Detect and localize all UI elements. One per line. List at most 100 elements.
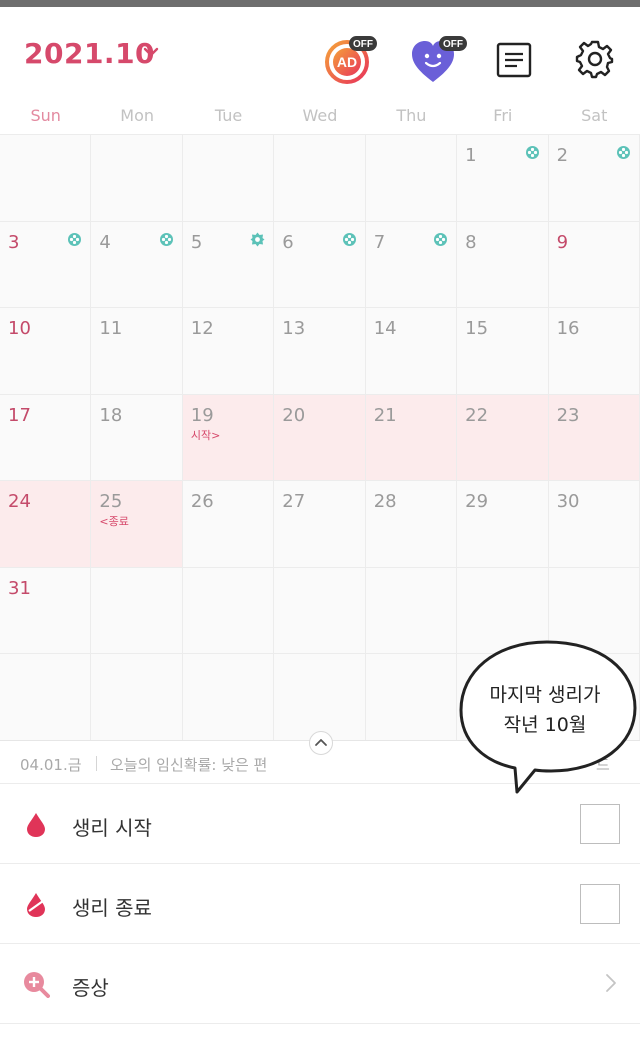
calendar-day-cell[interactable]: 3 xyxy=(0,221,92,308)
flower-icon xyxy=(616,146,630,159)
notes-button[interactable] xyxy=(495,41,533,79)
calendar-empty-cell xyxy=(365,654,458,741)
pregnancy-probability-text: 오늘의 임신확률: 낮은 편 xyxy=(110,756,268,774)
calendar-day-cell[interactable]: 7 xyxy=(365,221,458,308)
weekday-header: Sun Mon Tue Wed Thu Fri Sat xyxy=(0,106,640,134)
calendar-week-row: 12 xyxy=(0,135,640,222)
day-number: 1 xyxy=(465,145,477,166)
heart-toggle-button[interactable]: OFF xyxy=(409,32,469,88)
calendar-day-cell[interactable]: 15 xyxy=(457,308,549,395)
speech-bubble-text: 마지막 생리가 작년 10월 xyxy=(470,680,620,740)
calendar-day-cell[interactable]: 1 xyxy=(457,135,549,222)
day-number: 12 xyxy=(190,318,214,339)
calendar-day-cell[interactable]: 19 시작> xyxy=(182,394,275,481)
period-marker-label: <종료 xyxy=(99,515,129,528)
calendar-day-cell[interactable]: 14 xyxy=(365,308,458,395)
calendar-day-cell[interactable]: 28 xyxy=(365,481,458,568)
calendar-day-cell[interactable]: 30 xyxy=(548,481,640,568)
calendar-day-cell[interactable]: 25 <종료 xyxy=(91,481,183,568)
calendar-week-row: 24 25 <종료 26 27 28 29 30 xyxy=(0,481,640,568)
calendar-day-cell[interactable]: 21 xyxy=(365,394,458,481)
calendar-day-cell[interactable]: 31 xyxy=(0,567,92,654)
weekday-label: Fri xyxy=(493,106,513,125)
calendar-week-row: 17 18 19 시작> 20 21 22 23 xyxy=(0,394,640,481)
panel-expand-button[interactable] xyxy=(309,731,333,755)
calendar-day-cell[interactable]: 4 xyxy=(91,221,183,308)
calendar-day-cell[interactable]: 27 xyxy=(274,481,366,568)
period-start-checkbox[interactable] xyxy=(580,804,620,844)
calendar-day-cell[interactable]: 24 xyxy=(0,481,92,568)
calendar-empty-cell xyxy=(91,654,183,741)
day-number: 2 xyxy=(556,145,569,166)
ad-off-label: OFF xyxy=(353,39,373,50)
header: 2021.10 AD OFF OFF xyxy=(0,7,640,102)
flower-icon xyxy=(525,146,539,159)
period-marker-label: 시작> xyxy=(190,428,221,442)
weekday-label: Mon xyxy=(120,106,154,125)
calendar-day-cell[interactable]: 29 xyxy=(457,481,549,568)
calendar-day-cell[interactable]: 6 xyxy=(274,221,366,308)
day-number: 27 xyxy=(282,491,306,512)
calendar-empty-cell xyxy=(182,567,275,654)
ad-badge-text: AD xyxy=(337,54,357,70)
calendar-day-cell[interactable]: 13 xyxy=(274,308,366,395)
calendar-day-cell[interactable]: 11 xyxy=(91,308,183,395)
calendar-day-cell[interactable]: 26 xyxy=(182,481,275,568)
calendar-day-cell[interactable]: 2 xyxy=(548,135,640,222)
calendar-day-cell[interactable]: 17 xyxy=(0,394,92,481)
flower-icon xyxy=(434,232,448,246)
calendar-day-cell[interactable]: 8 xyxy=(457,221,549,308)
calendar-day-cell[interactable]: 20 xyxy=(274,394,366,481)
calendar-empty-cell xyxy=(0,135,92,222)
calendar-empty-cell xyxy=(365,135,458,222)
calendar-empty-cell xyxy=(182,654,275,741)
day-number: 14 xyxy=(373,318,397,339)
ad-icon: AD OFF xyxy=(325,36,377,84)
calendar-empty-cell xyxy=(91,135,183,222)
chevron-right-icon xyxy=(606,974,616,992)
day-number: 20 xyxy=(282,404,306,426)
period-end-row[interactable]: 생리 종료 xyxy=(0,864,640,944)
weekday-label: Wed xyxy=(302,106,338,125)
calendar-empty-cell xyxy=(274,135,366,222)
day-number: 5 xyxy=(190,231,203,253)
day-number: 10 xyxy=(8,318,31,339)
chevron-down-icon[interactable] xyxy=(142,43,160,61)
calendar-day-cell[interactable]: 5 xyxy=(182,221,275,308)
flower-icon xyxy=(342,232,356,246)
gear-flower-icon xyxy=(250,232,265,246)
month-title[interactable]: 2021.10 xyxy=(24,37,155,70)
calendar-empty-cell xyxy=(91,567,183,654)
day-number: 25 xyxy=(99,491,123,512)
day-number: 30 xyxy=(556,491,580,512)
notes-icon xyxy=(496,42,532,78)
day-number: 26 xyxy=(190,491,214,512)
calendar-day-cell[interactable]: 16 xyxy=(548,308,640,395)
calendar-day-cell[interactable]: 23 xyxy=(548,394,640,481)
day-number: 21 xyxy=(373,404,397,426)
calendar-day-cell[interactable]: 9 xyxy=(548,221,640,308)
period-end-checkbox[interactable] xyxy=(580,884,620,924)
settings-button[interactable] xyxy=(575,39,615,79)
calendar-day-cell[interactable]: 10 xyxy=(0,308,92,395)
weekday-label: Sat xyxy=(581,106,608,125)
day-number: 24 xyxy=(8,491,31,512)
flower-icon xyxy=(159,232,173,246)
blood-drop-half-icon xyxy=(27,893,45,917)
day-number: 22 xyxy=(465,404,489,426)
ad-toggle-button[interactable]: AD OFF xyxy=(323,32,379,88)
day-number: 13 xyxy=(282,318,306,339)
weekday-label: Thu xyxy=(396,106,427,125)
day-number: 6 xyxy=(282,231,294,253)
heart-face-icon: OFF xyxy=(412,36,467,82)
symptoms-label: 증상 xyxy=(72,976,109,1000)
bubble-line-2: 작년 10월 xyxy=(503,714,587,736)
day-number: 29 xyxy=(465,491,489,512)
heart-off-label: OFF xyxy=(443,39,463,50)
symptoms-row[interactable]: 증상 xyxy=(0,944,640,1024)
calendar-day-cell[interactable]: 12 xyxy=(182,308,275,395)
calendar-day-cell[interactable]: 22 xyxy=(457,394,549,481)
period-start-row[interactable]: 생리 시작 xyxy=(0,784,640,864)
calendar-day-cell[interactable]: 18 xyxy=(91,394,183,481)
weekday-label: Tue xyxy=(214,106,243,125)
